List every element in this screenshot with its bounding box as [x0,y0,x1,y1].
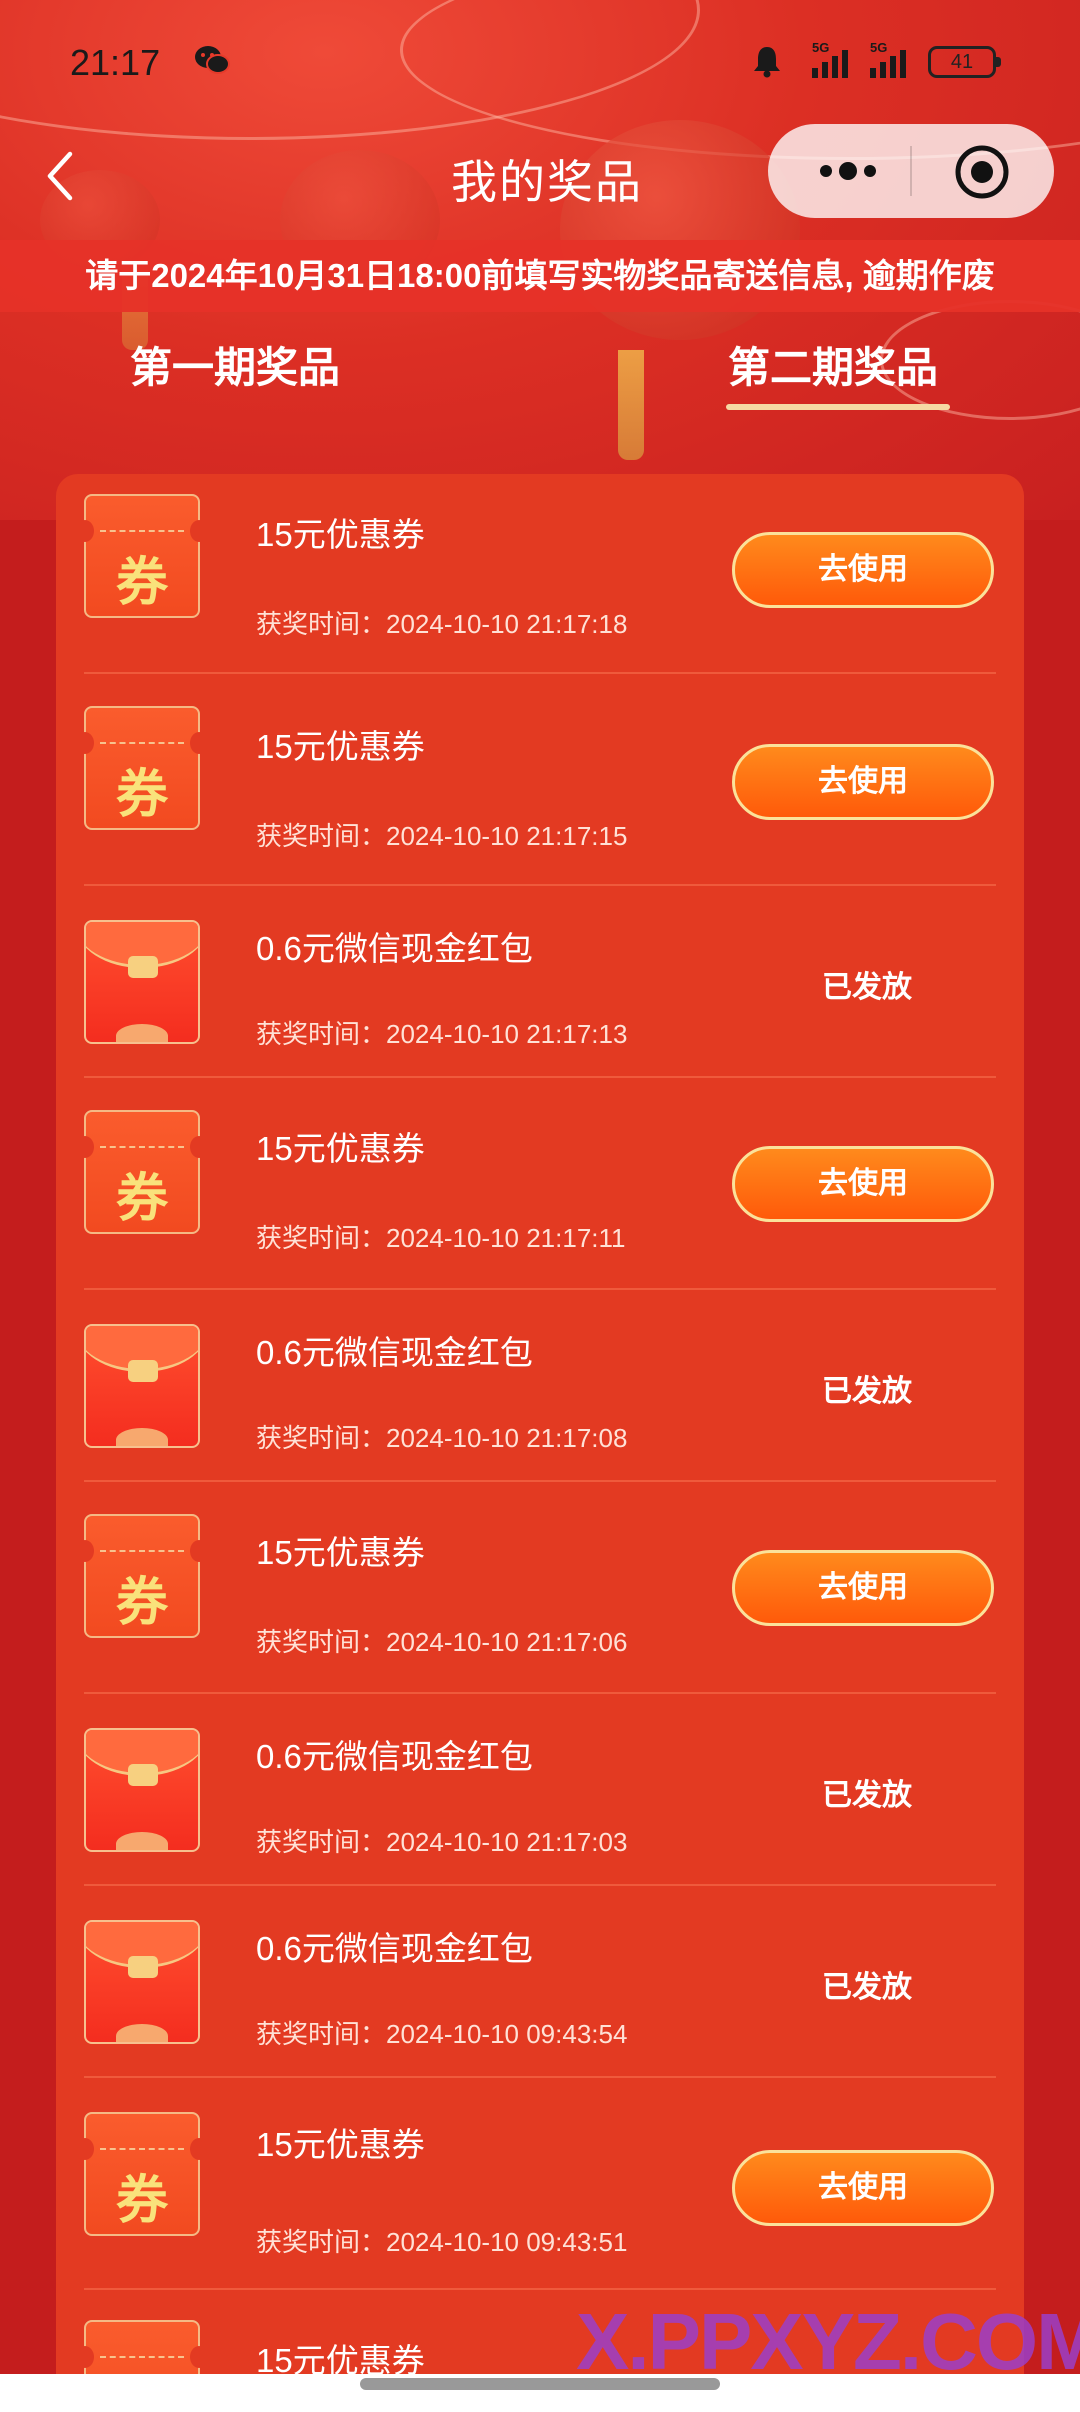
prize-name: 15元优惠券 [256,1130,425,1167]
coupon-glyph: 券 [115,552,168,613]
signal-icon: 5G [812,40,848,78]
bell-icon [754,47,780,78]
prize-time: 获奖时间：2024-10-10 21:17:11 [256,1223,626,1253]
red-packet-icon [84,1324,200,1448]
coupon-glyph: 券 [86,2366,198,2374]
prize-time: 获奖时间：2024-10-10 21:17:13 [256,1019,628,1049]
coupon-glyph: 券 [115,1168,168,1229]
coupon-glyph: 券 [115,2170,168,2231]
prize-time: 获奖时间：2024-10-10 21:17:06 [256,1627,628,1657]
prize-time: 获奖时间：2024-10-10 21:17:15 [256,821,628,851]
prize-time: 获奖时间：2024-10-10 21:17:03 [256,1827,628,1857]
coupon-icon: 券 [76,1514,208,1638]
nav-header: 我的奖品 [0,120,1080,230]
signal-icon: 5G [870,40,906,78]
coupon-icon: 券 [76,706,208,830]
prize-name: 15元优惠券 [256,516,425,553]
issued-status: 已发放 [822,971,912,1004]
red-packet-icon [84,1920,200,2044]
prize-time: 获奖时间：2024-10-10 21:17:08 [256,1423,628,1453]
issued-status: 已发放 [822,1779,912,1812]
coupon-icon: 券 [76,2320,208,2374]
tab-period-1[interactable]: 第一期奖品 [130,334,340,395]
use-button[interactable]: 去使用 [732,2150,994,2226]
battery-icon: 41 [928,46,1001,78]
list-item: 0.6元微信现金红包 获奖时间：2024-10-10 09:43:54 已发放 [56,1886,1024,2078]
coupon-glyph: 券 [115,1572,168,1633]
list-item: 0.6元微信现金红包 获奖时间：2024-10-10 21:17:08 已发放 [56,1290,1024,1482]
tassel-decoration [618,350,644,460]
wechat-icon [195,46,230,74]
list-item: 券 15元优惠券 获奖时间：2024-10-10 21:17:06 去使用 [56,1482,1024,1694]
active-tab-indicator [726,404,950,410]
prize-name: 15元优惠券 [256,2126,425,2163]
list-item: 券 15元优惠券 获奖时间：2024-10-10 21:17:15 去使用 [56,674,1024,886]
status-time: 21:17 [70,42,161,83]
list-item: 券 15元优惠券 获奖时间：2024-10-10 09:43:51 去使用 [56,2078,1024,2290]
prize-name: 15元优惠券 [256,1534,425,1571]
red-packet-icon [84,920,200,1044]
coupon-icon: 券 [76,1110,208,1234]
red-packet-icon [84,1728,200,1852]
target-icon[interactable] [954,144,1010,200]
tab-period-2[interactable]: 第二期奖品 [728,334,938,395]
use-button[interactable]: 去使用 [732,1146,994,1222]
prize-time: 获奖时间：2024-10-10 09:43:51 [256,2227,628,2257]
prize-name: 0.6元微信现金红包 [256,1930,533,1967]
coupon-icon: 券 [76,2112,208,2236]
coupon-glyph: 券 [115,764,168,825]
issued-status: 已发放 [822,1375,912,1408]
status-bar: 21:17 5G 5G 41 [0,0,1080,120]
home-indicator[interactable] [360,2378,720,2390]
prize-name: 0.6元微信现金红包 [256,1738,533,1775]
list-item: 0.6元微信现金红包 获奖时间：2024-10-10 21:17:03 已发放 [56,1694,1024,1886]
use-button[interactable]: 去使用 [732,532,994,608]
use-button[interactable]: 去使用 [732,744,994,820]
prize-name: 0.6元微信现金红包 [256,930,533,967]
coupon-icon: 券 [76,494,208,618]
deadline-notice: 请于2024年10月31日18:00前填写实物奖品寄送信息, 逾期作废 [0,240,1080,312]
list-item: 券 15元优惠券 获奖时间：2024-10-10 21:17:11 去使用 [56,1078,1024,1290]
list-item: 券 15元优惠券 获奖时间：2024-10-10 21:17:18 去使用 [56,474,1024,674]
mini-program-capsule [768,124,1054,218]
prize-list: 券 15元优惠券 获奖时间：2024-10-10 21:17:18 去使用 券 … [56,474,1024,2374]
capsule-divider [910,146,912,196]
prize-name: 0.6元微信现金红包 [256,1334,533,1371]
use-button[interactable]: 去使用 [732,1550,994,1626]
prize-name: 15元优惠券 [256,728,425,765]
prize-time: 获奖时间：2024-10-10 09:43:54 [256,2019,628,2049]
network-label: 5G [812,40,829,55]
network-label: 5G [870,40,887,55]
prize-name: 15元优惠券 [256,2342,425,2374]
issued-status: 已发放 [822,1971,912,2004]
prize-time: 获奖时间：2024-10-10 21:17:18 [256,609,628,639]
more-icon[interactable] [804,148,892,194]
list-item: 0.6元微信现金红包 获奖时间：2024-10-10 21:17:13 已发放 [56,886,1024,1078]
